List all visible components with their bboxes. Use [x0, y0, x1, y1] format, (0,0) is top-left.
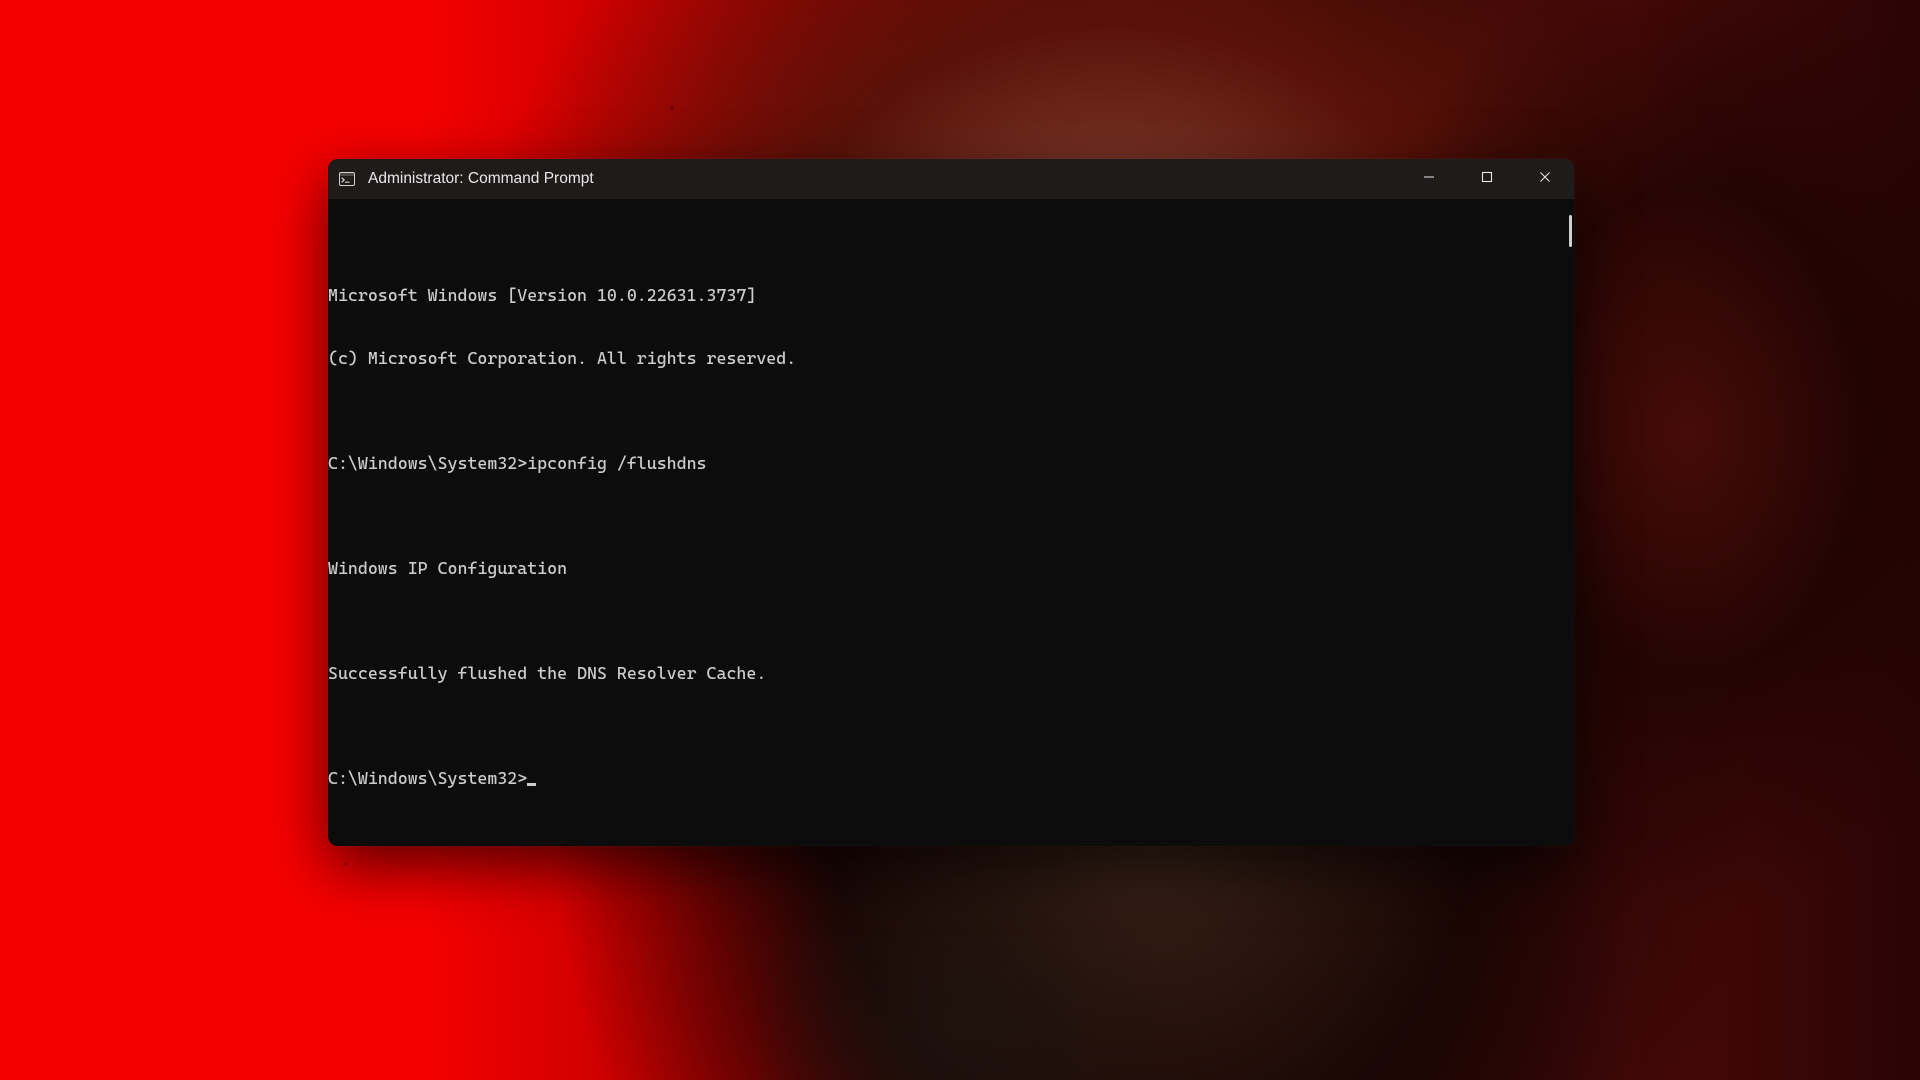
terminal-line: Windows IP Configuration	[328, 558, 1574, 579]
minimize-icon	[1423, 170, 1435, 188]
window-controls	[1400, 159, 1574, 199]
command-prompt-icon	[338, 170, 356, 188]
close-button[interactable]	[1516, 159, 1574, 199]
terminal-line: Microsoft Windows [Version 10.0.22631.37…	[328, 285, 1574, 306]
cursor-icon	[527, 783, 536, 786]
maximize-button[interactable]	[1458, 159, 1516, 199]
scrollbar-track[interactable]	[1562, 203, 1572, 842]
terminal-line: (c) Microsoft Corporation. All rights re…	[328, 348, 1574, 369]
terminal-line: Successfully flushed the DNS Resolver Ca…	[328, 663, 1574, 684]
terminal-output: Microsoft Windows [Version 10.0.22631.37…	[328, 243, 1574, 831]
terminal-line: C:\Windows\System32>ipconfig /flushdns	[328, 453, 1574, 474]
minimize-button[interactable]	[1400, 159, 1458, 199]
close-icon	[1539, 170, 1551, 188]
maximize-icon	[1481, 170, 1493, 188]
command-prompt-window: Administrator: Command Prompt	[328, 159, 1574, 846]
terminal-prompt-line: C:\Windows\System32>	[328, 768, 1574, 789]
titlebar[interactable]: Administrator: Command Prompt	[328, 159, 1574, 199]
window-title: Administrator: Command Prompt	[368, 170, 594, 188]
scrollbar-thumb[interactable]	[1569, 215, 1572, 247]
terminal-body[interactable]: Microsoft Windows [Version 10.0.22631.37…	[328, 199, 1574, 846]
desktop-wallpaper: Administrator: Command Prompt	[0, 0, 1920, 1080]
prompt-path: C:\Windows\System32>	[328, 768, 527, 788]
